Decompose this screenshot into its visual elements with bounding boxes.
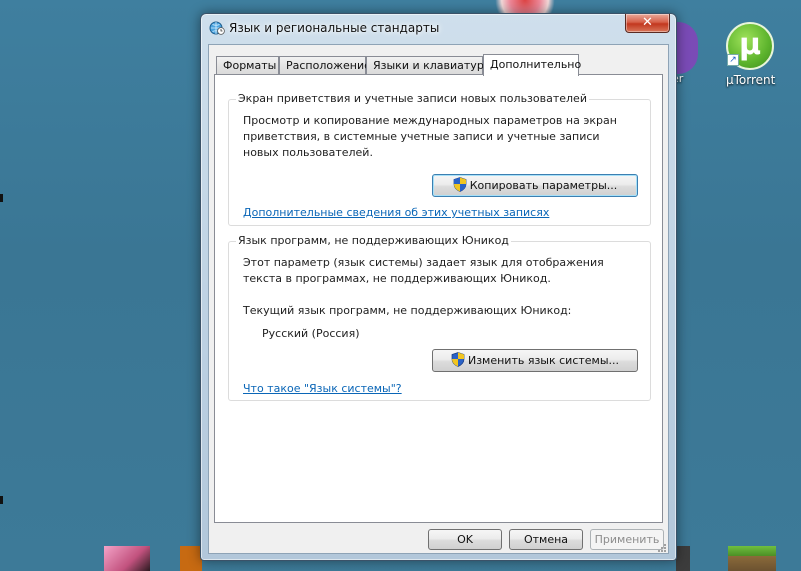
group-legend: Язык программ, не поддерживающих Юникод [236,234,511,247]
copy-settings-button[interactable]: Копировать параметры... [432,174,638,197]
unicode-description: Этот параметр (язык системы) задает язык… [243,256,604,285]
ok-button[interactable]: OK [428,529,502,550]
welcome-screen-group: Экран приветствия и учетные записи новых… [228,92,651,226]
utorrent-label: µTorrent [726,73,776,87]
close-button[interactable]: ✕ [625,14,670,33]
current-language-value: Русский (Россия) [262,327,360,340]
desktop-thumbnail[interactable] [676,546,690,571]
window-title: Язык и региональные стандарты [229,21,440,35]
accounts-info-link[interactable]: Дополнительные сведения об этих учетных … [243,206,549,219]
uac-shield-icon [451,352,465,367]
minecraft-icon[interactable] [728,546,776,571]
resize-grip-icon[interactable] [656,541,666,552]
title-bar[interactable]: Язык и региональные стандарты ✕ [201,14,676,42]
tab-location[interactable]: Расположение [279,56,371,75]
tab-formats[interactable]: Форматы [216,56,279,75]
desktop-edge-mark [0,194,3,202]
current-language-label: Текущий язык программ, не поддерживающих… [243,304,572,317]
welcome-description: Просмотр и копирование международных пар… [243,114,617,159]
uac-shield-icon [453,177,467,192]
tab-panel-administrative: Экран приветствия и учетные записи новых… [214,74,663,523]
globe-clock-icon [209,20,225,36]
desktop-edge-mark [0,496,3,504]
shortcut-arrow-icon: ↗ [727,54,739,66]
group-legend: Экран приветствия и учетные записи новых… [236,92,589,105]
tab-keyboards-languages[interactable]: Языки и клавиатуры [366,56,493,75]
dialog-client-area: Форматы Расположение Языки и клавиатуры … [208,44,669,554]
cancel-button[interactable]: Отмена [509,529,583,550]
tab-administrative[interactable]: Дополнительно [483,54,581,76]
region-language-dialog: Язык и региональные стандарты ✕ Форматы … [200,13,677,561]
desktop-thumbnail[interactable] [180,546,202,571]
change-system-locale-button[interactable]: Изменить язык системы... [432,349,638,372]
change-system-locale-label: Изменить язык системы... [467,354,620,367]
apply-button[interactable]: Применить [590,529,664,550]
copy-settings-label: Копировать параметры... [469,179,618,192]
desktop-thumbnail[interactable] [104,546,150,571]
unicode-language-group: Язык программ, не поддерживающих Юникод … [228,234,651,401]
system-locale-help-link[interactable]: Что такое "Язык системы"? [243,382,402,395]
utorrent-glyph: µ [738,27,762,62]
close-icon: ✕ [642,15,653,30]
